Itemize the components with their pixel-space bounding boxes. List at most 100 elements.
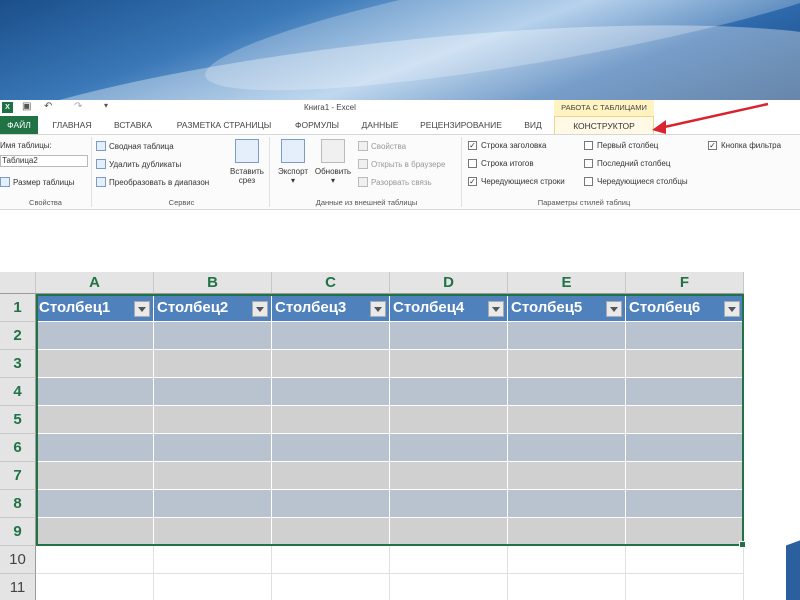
row-header[interactable]: 4 bbox=[0, 378, 36, 406]
row-header[interactable]: 6 bbox=[0, 434, 36, 462]
resize-table-button[interactable]: Размер таблицы bbox=[0, 177, 74, 187]
filter-button-checkbox[interactable]: ✓ Кнопка фильтра bbox=[708, 141, 781, 150]
sheet-cell[interactable] bbox=[154, 546, 272, 574]
sheet-cell[interactable] bbox=[626, 574, 744, 600]
table-cell[interactable] bbox=[626, 518, 744, 546]
table-cell[interactable] bbox=[154, 378, 272, 406]
row-header[interactable]: 2 bbox=[0, 322, 36, 350]
table-cell[interactable] bbox=[508, 350, 626, 378]
table-cell[interactable] bbox=[626, 378, 744, 406]
table-cell[interactable] bbox=[154, 406, 272, 434]
undo-icon[interactable]: ↶ bbox=[44, 101, 52, 112]
row-header[interactable]: 8 bbox=[0, 490, 36, 518]
sheet-cell[interactable] bbox=[36, 546, 154, 574]
redo-icon[interactable]: ↷ bbox=[74, 101, 82, 112]
row-header[interactable]: 9 bbox=[0, 518, 36, 546]
table-cell[interactable] bbox=[154, 322, 272, 350]
table-cell[interactable] bbox=[272, 462, 390, 490]
sheet-cell[interactable] bbox=[272, 574, 390, 600]
sheet-cell[interactable] bbox=[36, 574, 154, 600]
table-cell[interactable] bbox=[626, 490, 744, 518]
select-all-corner[interactable] bbox=[0, 272, 36, 294]
unlink-button[interactable]: Разорвать связь bbox=[358, 177, 432, 187]
column-header-a[interactable]: A bbox=[36, 272, 154, 294]
table-cell[interactable] bbox=[626, 322, 744, 350]
tab-insert[interactable]: ВСТАВКА bbox=[104, 116, 162, 134]
table-cell[interactable] bbox=[508, 406, 626, 434]
sheet-cell[interactable] bbox=[626, 546, 744, 574]
row-header[interactable]: 10 bbox=[0, 546, 36, 574]
table-cell[interactable] bbox=[272, 378, 390, 406]
filter-dropdown-icon[interactable] bbox=[370, 301, 386, 317]
save-icon[interactable]: ▣ bbox=[22, 101, 31, 112]
filter-dropdown-icon[interactable] bbox=[488, 301, 504, 317]
remove-duplicates-button[interactable]: Удалить дубликаты bbox=[96, 159, 181, 169]
sheet-cell[interactable] bbox=[154, 574, 272, 600]
total-row-checkbox[interactable]: Строка итогов bbox=[468, 159, 534, 168]
last-column-checkbox[interactable]: Последний столбец bbox=[584, 159, 670, 168]
column-header-e[interactable]: E bbox=[508, 272, 626, 294]
filter-dropdown-icon[interactable] bbox=[252, 301, 268, 317]
table-cell[interactable] bbox=[390, 518, 508, 546]
table-cell[interactable] bbox=[508, 378, 626, 406]
table-cell[interactable] bbox=[154, 518, 272, 546]
table-cell[interactable] bbox=[508, 490, 626, 518]
tab-data[interactable]: ДАННЫЕ bbox=[354, 116, 406, 134]
table-cell[interactable] bbox=[36, 434, 154, 462]
export-button[interactable]: Экспорт ▾ bbox=[274, 139, 312, 185]
table-cell[interactable] bbox=[154, 350, 272, 378]
table-header-cell[interactable]: Столбец6 bbox=[626, 294, 744, 322]
filter-dropdown-icon[interactable] bbox=[606, 301, 622, 317]
tab-home[interactable]: ГЛАВНАЯ bbox=[44, 116, 100, 134]
table-cell[interactable] bbox=[36, 518, 154, 546]
table-cell[interactable] bbox=[272, 434, 390, 462]
row-header[interactable]: 1 bbox=[0, 294, 36, 322]
table-cell[interactable] bbox=[626, 350, 744, 378]
first-column-checkbox[interactable]: Первый столбец bbox=[584, 141, 658, 150]
table-cell[interactable] bbox=[36, 350, 154, 378]
table-cell[interactable] bbox=[272, 322, 390, 350]
table-cell[interactable] bbox=[36, 378, 154, 406]
insert-slicer-button[interactable]: Вставить срез bbox=[226, 139, 268, 185]
table-cell[interactable] bbox=[390, 406, 508, 434]
pivot-table-button[interactable]: Сводная таблица bbox=[96, 141, 174, 151]
table-name-input[interactable]: Таблица2 bbox=[0, 155, 88, 167]
properties-button[interactable]: Свойства bbox=[358, 141, 406, 151]
row-header[interactable]: 3 bbox=[0, 350, 36, 378]
table-cell[interactable] bbox=[626, 434, 744, 462]
table-cell[interactable] bbox=[272, 518, 390, 546]
filter-dropdown-icon[interactable] bbox=[134, 301, 150, 317]
tab-file[interactable]: ФАЙЛ bbox=[0, 116, 38, 134]
sheet-cell[interactable] bbox=[272, 546, 390, 574]
table-header-cell[interactable]: Столбец2 bbox=[154, 294, 272, 322]
tab-page-layout[interactable]: РАЗМЕТКА СТРАНИЦЫ bbox=[168, 116, 280, 134]
sheet-cell[interactable] bbox=[390, 574, 508, 600]
row-header[interactable]: 7 bbox=[0, 462, 36, 490]
tab-view[interactable]: ВИД bbox=[514, 116, 552, 134]
column-header-c[interactable]: C bbox=[272, 272, 390, 294]
table-cell[interactable] bbox=[626, 406, 744, 434]
table-header-cell[interactable]: Столбец3 bbox=[272, 294, 390, 322]
table-cell[interactable] bbox=[390, 462, 508, 490]
table-cell[interactable] bbox=[272, 406, 390, 434]
table-cell[interactable] bbox=[154, 462, 272, 490]
table-cell[interactable] bbox=[390, 322, 508, 350]
table-cell[interactable] bbox=[508, 518, 626, 546]
row-header[interactable]: 5 bbox=[0, 406, 36, 434]
sheet-cell[interactable] bbox=[390, 546, 508, 574]
table-cell[interactable] bbox=[390, 490, 508, 518]
column-header-f[interactable]: F bbox=[626, 272, 744, 294]
table-cell[interactable] bbox=[508, 322, 626, 350]
table-cell[interactable] bbox=[272, 490, 390, 518]
table-cell[interactable] bbox=[36, 322, 154, 350]
table-cell[interactable] bbox=[390, 378, 508, 406]
header-row-checkbox[interactable]: ✓ Строка заголовка bbox=[468, 141, 546, 150]
tab-review[interactable]: РЕЦЕНЗИРОВАНИЕ bbox=[412, 116, 510, 134]
table-cell[interactable] bbox=[626, 462, 744, 490]
table-resize-handle[interactable] bbox=[739, 541, 746, 548]
banded-columns-checkbox[interactable]: Чередующиеся столбцы bbox=[584, 177, 688, 186]
table-header-cell[interactable]: Столбец5 bbox=[508, 294, 626, 322]
table-cell[interactable] bbox=[272, 350, 390, 378]
sheet-cell[interactable] bbox=[508, 574, 626, 600]
table-cell[interactable] bbox=[154, 490, 272, 518]
